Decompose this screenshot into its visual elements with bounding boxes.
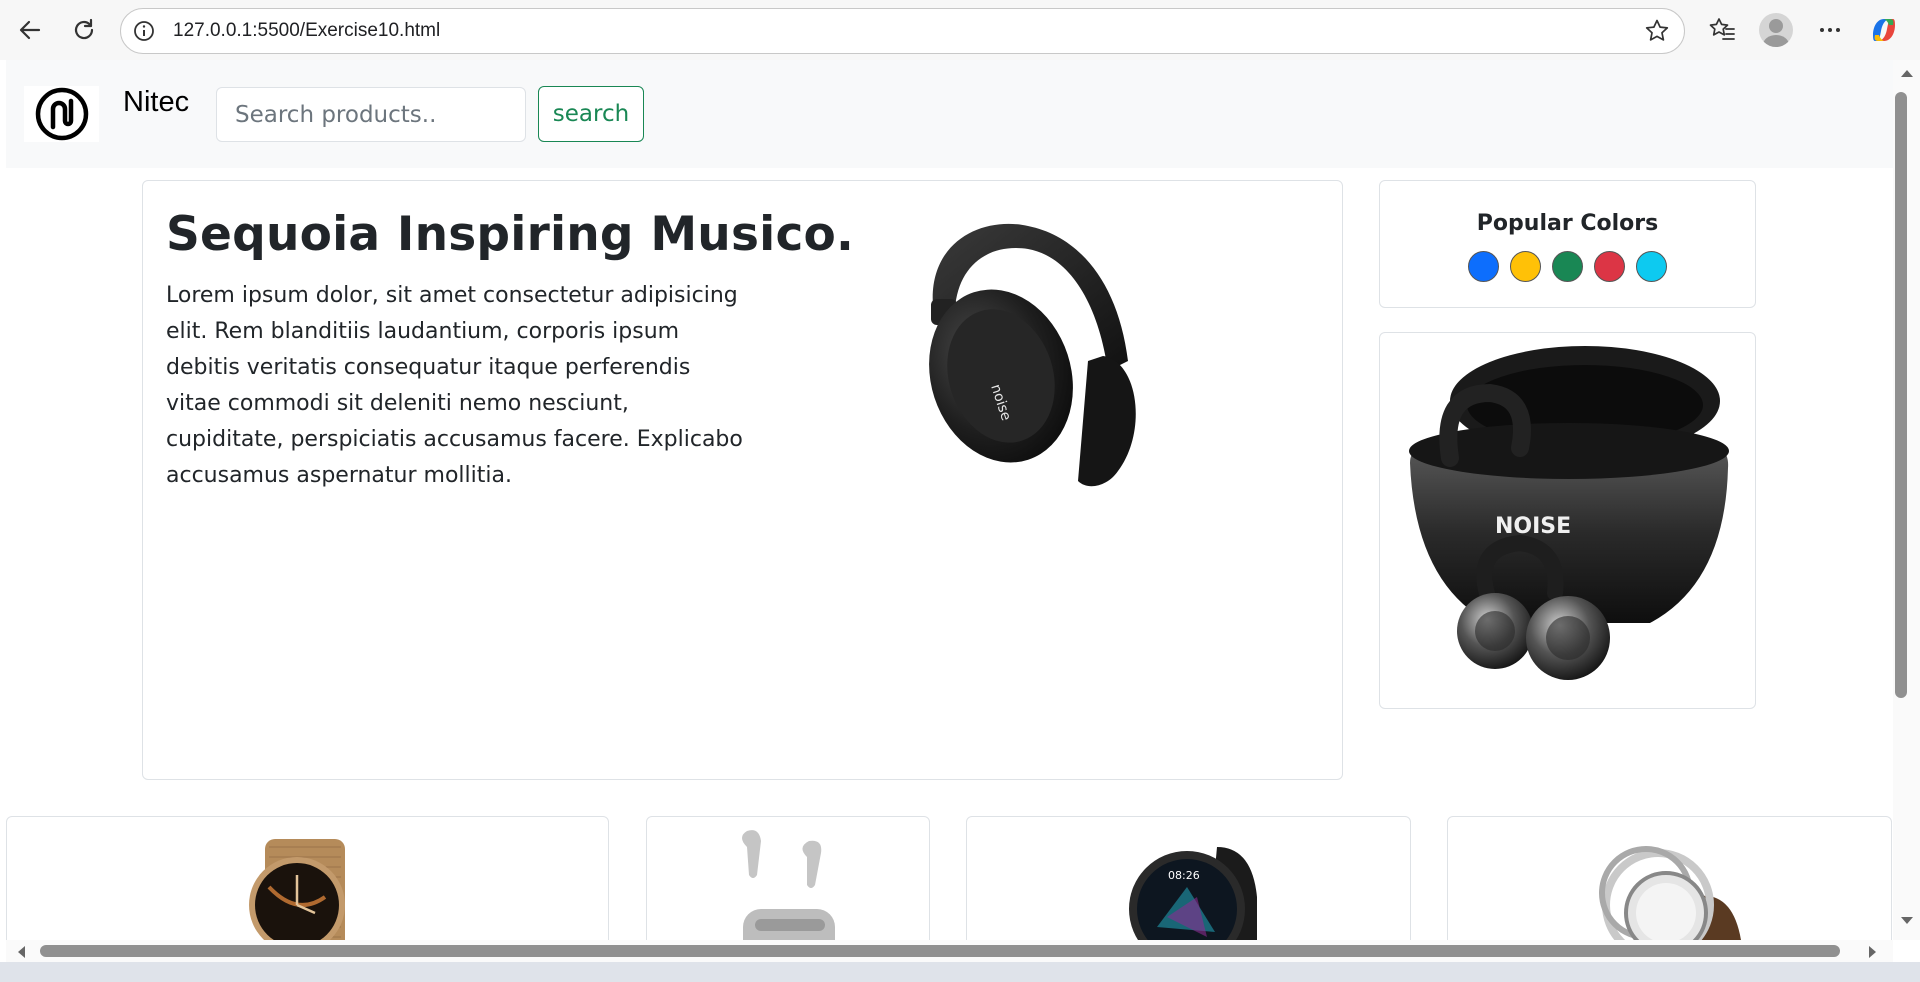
silver-earbuds-image: [742, 830, 835, 940]
steel-smartwatch-image: [1599, 846, 1741, 940]
url-text: 127.0.0.1:5500/Exercise10.html: [173, 20, 441, 41]
scroll-left-icon: [18, 946, 25, 958]
hero-description: Lorem ipsum dolor, sit amet consectetur …: [166, 283, 743, 488]
hero-title: Sequoia Inspiring Musico.: [166, 207, 855, 262]
page-viewport: Nitec search Sequoia Inspiring Musico. L…: [6, 60, 1893, 940]
earbuds-logo: NOISE: [1495, 514, 1571, 539]
popular-colors-title: Popular Colors: [1476, 211, 1659, 236]
black-smartwatch-image: 08:26: [1129, 847, 1257, 940]
scroll-right-icon: [1869, 946, 1876, 958]
scroll-up-icon: [1901, 70, 1913, 77]
product-card[interactable]: [646, 816, 930, 940]
product-card[interactable]: 08:26: [966, 816, 1411, 940]
brand-name[interactable]: Nitec: [123, 86, 189, 119]
earbuds-card[interactable]: NOISE: [1379, 332, 1756, 709]
color-swatch-cyan[interactable]: [1636, 251, 1667, 282]
product-card[interactable]: [1447, 816, 1892, 940]
taskbar: [0, 962, 1920, 982]
browser-toolbar: 127.0.0.1:5500/Exercise10.html: [0, 0, 1920, 60]
hero-card: Sequoia Inspiring Musico. Lorem ipsum do…: [142, 180, 1343, 780]
more-options-icon[interactable]: [1812, 12, 1848, 48]
navbar: Nitec search: [6, 60, 1893, 168]
color-swatch-red[interactable]: [1594, 251, 1625, 282]
site-info-icon[interactable]: [133, 20, 155, 46]
earbuds-case-image: NOISE: [1409, 346, 1729, 680]
search-button[interactable]: search: [538, 86, 644, 142]
headphones-image: noise: [913, 211, 1153, 511]
horizontal-scroll-thumb[interactable]: [40, 945, 1840, 957]
gold-smartwatch-image: [249, 839, 345, 940]
profile-avatar[interactable]: [1758, 12, 1794, 48]
reload-icon[interactable]: [66, 12, 102, 48]
back-icon[interactable]: [12, 12, 48, 48]
watch-time: 08:26: [1168, 869, 1200, 882]
color-swatch-green[interactable]: [1552, 251, 1583, 282]
favorites-icon[interactable]: [1704, 12, 1740, 48]
vertical-scroll-thumb[interactable]: [1895, 92, 1907, 698]
popular-colors-card: Popular Colors: [1379, 180, 1756, 308]
scroll-down-icon: [1901, 917, 1913, 924]
address-bar[interactable]: 127.0.0.1:5500/Exercise10.html: [120, 8, 1685, 54]
copilot-icon[interactable]: [1866, 12, 1902, 48]
search-input[interactable]: [216, 87, 526, 142]
color-swatch-blue[interactable]: [1468, 251, 1499, 282]
product-card[interactable]: [6, 816, 609, 940]
color-swatch-yellow[interactable]: [1510, 251, 1541, 282]
color-swatches: [1380, 251, 1755, 282]
star-icon[interactable]: [1644, 18, 1670, 48]
brand-logo-icon[interactable]: [24, 86, 99, 142]
